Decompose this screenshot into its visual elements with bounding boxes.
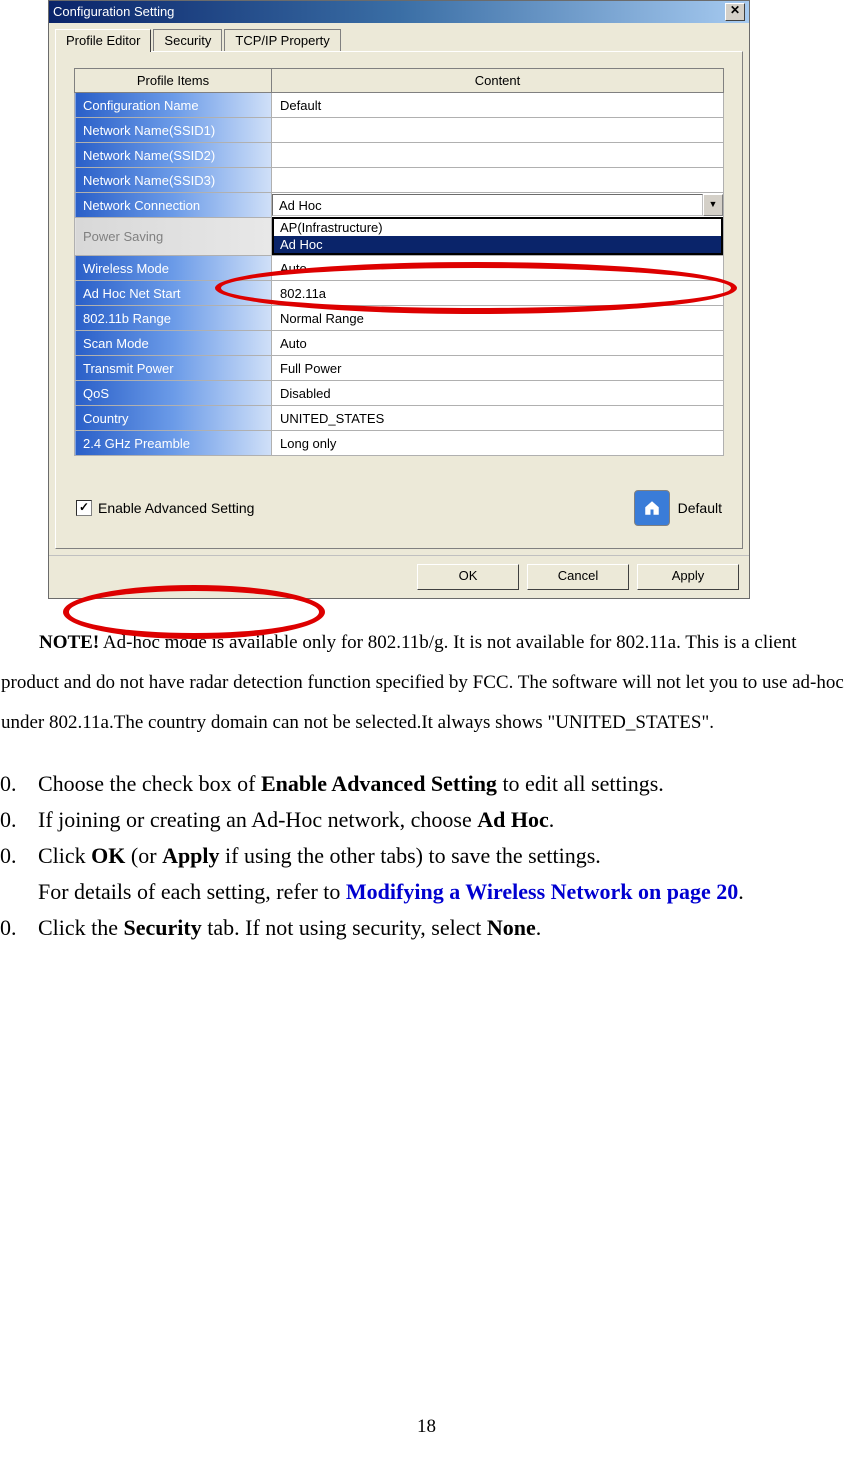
profile-item-value (272, 118, 724, 143)
configuration-dialog: Configuration Setting ✕ Profile Editor S… (48, 0, 750, 599)
table-row: Scan ModeAuto (75, 331, 724, 356)
dialog-title: Configuration Setting (53, 1, 174, 23)
step-number: 0. (0, 911, 38, 945)
default-block: Default (634, 490, 722, 526)
page-number: 18 (0, 1416, 853, 1438)
table-row: CountryUNITED_STATES (75, 406, 724, 431)
profile-item-value: 802.11a (272, 281, 724, 306)
col-header-content: Content (272, 69, 724, 93)
list-item: 0.If joining or creating an Ad-Hoc netwo… (0, 803, 853, 837)
tab-security[interactable]: Security (153, 29, 222, 51)
checkbox-label: Enable Advanced Setting (98, 500, 254, 516)
table-row: Transmit PowerFull Power (75, 356, 724, 381)
profile-item-label: QoS (75, 381, 272, 406)
profile-item-value (272, 168, 724, 193)
profile-item-value: Long only (272, 431, 724, 456)
tab-strip: Profile Editor Security TCP/IP Property (55, 29, 743, 51)
default-label: Default (678, 500, 722, 516)
table-row: Power SavingAP(Infrastructure)Ad Hoc (75, 218, 724, 256)
home-icon-button[interactable] (634, 490, 670, 526)
profile-item-label: 2.4 GHz Preamble (75, 431, 272, 456)
table-row: Network Name(SSID3) (75, 168, 724, 193)
profile-item-value: Normal Range (272, 306, 724, 331)
table-row: Ad Hoc Net Start802.11a (75, 281, 724, 306)
profile-item-label: Network Connection (75, 193, 272, 218)
cancel-button[interactable]: Cancel (527, 564, 629, 590)
combo-text[interactable]: Ad Hoc (272, 194, 703, 216)
profile-item-value: UNITED_STATES (272, 406, 724, 431)
list-item: 0.Choose the check box of Enable Advance… (0, 767, 853, 801)
steps-list: 0.Choose the check box of Enable Advance… (0, 767, 853, 945)
tab-profile-editor[interactable]: Profile Editor (55, 29, 151, 52)
table-row: QoSDisabled (75, 381, 724, 406)
close-button[interactable]: ✕ (725, 3, 745, 21)
step-number (0, 875, 38, 909)
tab-tcpip[interactable]: TCP/IP Property (224, 29, 340, 51)
cross-ref-link[interactable]: Modifying a Wireless Network on page 20 (346, 879, 738, 904)
table-row: 802.11b RangeNormal Range (75, 306, 724, 331)
table-row: Configuration NameDefault (75, 93, 724, 118)
profile-item-label: Network Name(SSID2) (75, 143, 272, 168)
table-row: 2.4 GHz PreambleLong only (75, 431, 724, 456)
note-text: Ad-hoc mode is available only for 802.11… (1, 632, 844, 733)
enable-advanced-checkbox[interactable]: ✓ Enable Advanced Setting (76, 500, 254, 516)
step-text: If joining or creating an Ad-Hoc network… (38, 803, 554, 837)
profile-item-label: Power Saving (75, 218, 272, 256)
button-bar: OK Cancel Apply (49, 555, 749, 598)
step-text: For details of each setting, refer to Mo… (38, 875, 744, 909)
table-row: Network Name(SSID2) (75, 143, 724, 168)
profile-item-value: Disabled (272, 381, 724, 406)
step-text: Choose the check box of Enable Advanced … (38, 767, 664, 801)
step-text: Click OK (or Apply if using the other ta… (38, 839, 601, 873)
list-item: For details of each setting, refer to Mo… (0, 875, 853, 909)
step-number: 0. (0, 767, 38, 801)
profile-item-value: Auto (272, 256, 724, 281)
profile-item-label: Network Name(SSID3) (75, 168, 272, 193)
table-row: Network ConnectionAd Hoc▼ (75, 193, 724, 218)
document-body: NOTE! Ad-hoc mode is available only for … (0, 599, 853, 945)
step-number: 0. (0, 839, 38, 873)
home-icon (642, 499, 662, 517)
advanced-bar: ✓ Enable Advanced Setting Default (74, 484, 724, 532)
ok-button[interactable]: OK (417, 564, 519, 590)
step-text: Click the Security tab. If not using sec… (38, 911, 541, 945)
profile-item-label: Ad Hoc Net Start (75, 281, 272, 306)
profile-table: Profile Items Content Configuration Name… (74, 68, 724, 456)
dropdown-option[interactable]: AP(Infrastructure) (274, 219, 721, 236)
profile-item-label: 802.11b Range (75, 306, 272, 331)
profile-item-label: Network Name(SSID1) (75, 118, 272, 143)
profile-item-value: Default (272, 93, 724, 118)
checkbox-icon: ✓ (76, 500, 92, 516)
profile-item-value: Full Power (272, 356, 724, 381)
apply-button[interactable]: Apply (637, 564, 739, 590)
step-number: 0. (0, 803, 38, 837)
profile-item-label: Transmit Power (75, 356, 272, 381)
list-item: 0.Click the Security tab. If not using s… (0, 911, 853, 945)
profile-item-value: AP(Infrastructure)Ad Hoc (272, 218, 724, 256)
table-row: Network Name(SSID1) (75, 118, 724, 143)
dropdown-list[interactable]: AP(Infrastructure)Ad Hoc (272, 217, 723, 255)
profile-item-label: Configuration Name (75, 93, 272, 118)
profile-item-value (272, 143, 724, 168)
chevron-down-icon[interactable]: ▼ (703, 194, 723, 216)
titlebar: Configuration Setting ✕ (49, 1, 749, 23)
profile-item-value[interactable]: Ad Hoc▼ (272, 193, 724, 218)
list-item: 0.Click OK (or Apply if using the other … (0, 839, 853, 873)
profile-item-label: Wireless Mode (75, 256, 272, 281)
profile-item-value: Auto (272, 331, 724, 356)
profile-item-label: Country (75, 406, 272, 431)
table-row: Wireless ModeAuto (75, 256, 724, 281)
note-label: NOTE! (39, 632, 99, 653)
dropdown-option[interactable]: Ad Hoc (274, 236, 721, 253)
col-header-items: Profile Items (75, 69, 272, 93)
profile-item-label: Scan Mode (75, 331, 272, 356)
profile-editor-panel: Profile Items Content Configuration Name… (55, 51, 743, 549)
